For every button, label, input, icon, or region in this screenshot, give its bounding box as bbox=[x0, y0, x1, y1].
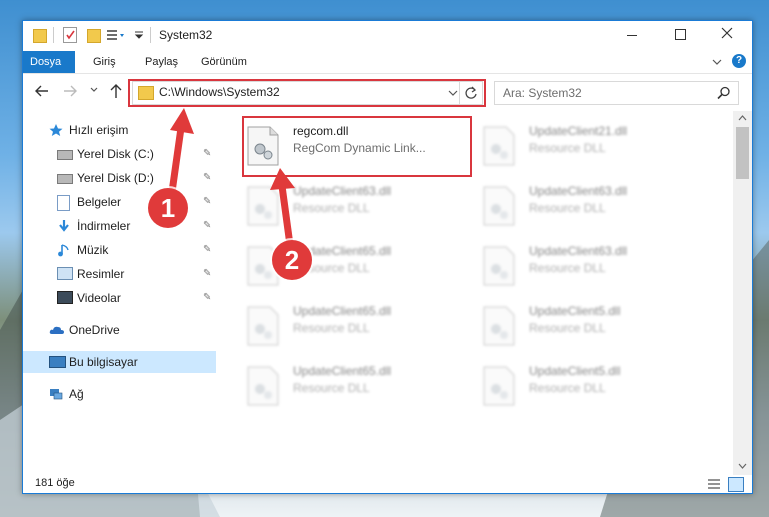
step-1-badge: 1 bbox=[148, 188, 188, 228]
step-2-badge: 2 bbox=[272, 240, 312, 280]
annotation-arrows bbox=[168, 108, 295, 246]
